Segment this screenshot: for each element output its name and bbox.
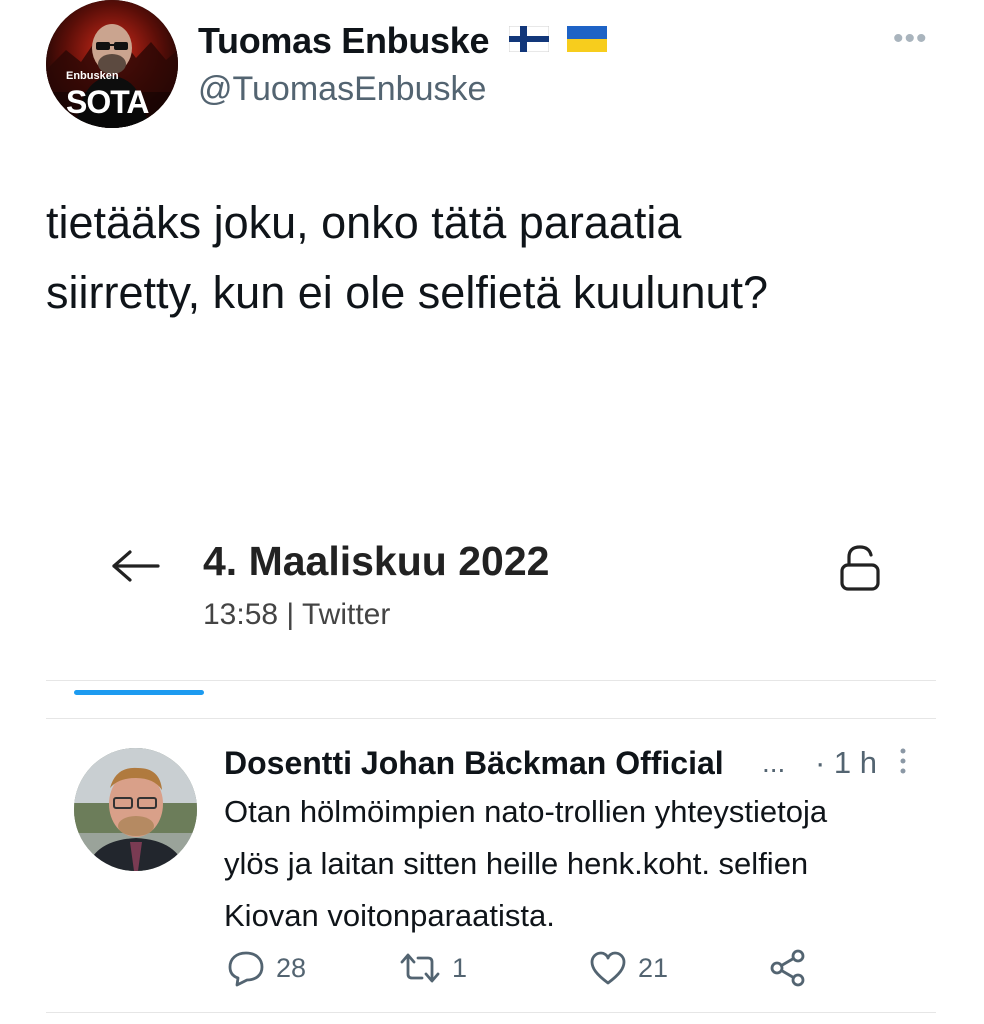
divider (46, 1012, 936, 1013)
reply-avatar-image (74, 748, 197, 871)
heart-icon (590, 951, 626, 985)
reply-count: 28 (276, 952, 307, 983)
display-name-text: Tuomas Enbuske (198, 20, 490, 61)
reply-author-name[interactable]: Dosentti Johan Bäckman Official (224, 745, 724, 782)
name-truncation: ... (762, 747, 786, 778)
reply-text: Otan hölmöimpien nato-trollien yhteystie… (224, 786, 924, 942)
reply-text-line: Otan hölmöimpien nato-trollien yhteystie… (224, 794, 828, 829)
reply-author-avatar[interactable] (74, 748, 197, 871)
reply-timestamp[interactable]: · 1 h (815, 745, 877, 781)
divider (46, 718, 936, 719)
retweet-icon (400, 953, 440, 983)
author-handle[interactable]: @TuomasEnbuske (198, 70, 486, 109)
tweet-text-line: siirretty, kun ei ole selfietä kuulunut? (46, 267, 769, 318)
lock-icon (836, 543, 884, 598)
reply-more-icon[interactable] (897, 746, 909, 781)
author-display-name[interactable]: Tuomas Enbuske (198, 20, 607, 64)
embedded-date-title: 4. Maaliskuu 2022 (203, 538, 550, 584)
divider (46, 680, 936, 681)
retweet-button[interactable]: 1 (398, 948, 467, 988)
like-count: 21 (638, 952, 669, 983)
avatar-small-text: Enbusken (66, 70, 119, 82)
like-button[interactable]: 21 (588, 948, 668, 988)
reply-text-line: ylös ja laitan sitten heille henk.koht. … (224, 846, 809, 881)
comment-icon (228, 951, 264, 987)
author-avatar[interactable]: Enbusken SOTA (46, 0, 178, 128)
tweet-text-line: tietääks joku, onko tätä paraatia (46, 197, 682, 248)
ukraine-flag-icon (566, 19, 607, 61)
tab-indicator (74, 690, 204, 695)
share-icon (770, 949, 805, 987)
share-button[interactable] (768, 948, 808, 988)
avatar-big-text: SOTA (66, 84, 150, 120)
embedded-time-source: 13:58 | Twitter (203, 598, 391, 631)
more-options-icon[interactable]: ••• (893, 22, 928, 56)
reply-text-line: Kiovan voitonparaatista. (224, 898, 555, 933)
tweet-text: tietääks joku, onko tätä paraatia siirre… (46, 188, 946, 328)
retweet-count: 1 (452, 952, 468, 983)
reply-button[interactable]: 28 (226, 948, 306, 988)
finland-flag-icon (508, 19, 550, 61)
back-arrow-icon[interactable] (110, 548, 162, 589)
